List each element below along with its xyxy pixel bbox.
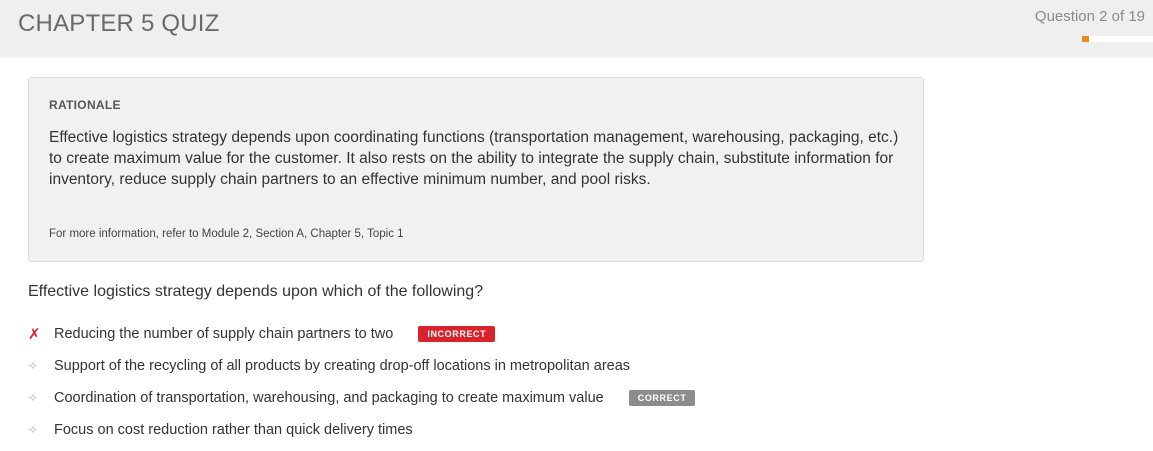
- rationale-panel: RATIONALE Effective logistics strategy d…: [28, 77, 924, 262]
- answer-label: Focus on cost reduction rather than quic…: [54, 422, 413, 438]
- correct-badge: CORRECT: [628, 390, 696, 406]
- rationale-text: Effective logistics strategy depends upo…: [49, 129, 899, 188]
- answer-label: Support of the recycling of all products…: [54, 358, 631, 374]
- question-counter: Question 2 of 19: [1034, 8, 1145, 25]
- answer-option[interactable]: ✧ Coordination of transportation, wareho…: [28, 382, 928, 414]
- rationale-heading: RATIONALE: [49, 98, 121, 112]
- diamond-bullet-icon: ✧: [28, 423, 39, 437]
- progress-fill: [1082, 36, 1090, 42]
- diamond-bullet-icon: ✧: [28, 359, 39, 373]
- incorrect-x-icon: ✗: [28, 326, 41, 343]
- quiz-header: CHAPTER 5 QUIZ Question 2 of 19: [0, 0, 1153, 57]
- diamond-bullet-icon: ✧: [28, 391, 39, 405]
- answer-label: Reducing the number of supply chain part…: [54, 326, 394, 342]
- answer-option[interactable]: ✗ Reducing the number of supply chain pa…: [28, 318, 928, 350]
- answer-label: Coordination of transportation, warehous…: [54, 390, 604, 406]
- answer-list: ✗ Reducing the number of supply chain pa…: [28, 318, 928, 446]
- progress-bar: [1082, 36, 1153, 42]
- answer-option[interactable]: ✧ Support of the recycling of all produc…: [28, 350, 928, 382]
- quiz-title: CHAPTER 5 QUIZ: [18, 10, 220, 37]
- rationale-reference: For more information, refer to Module 2,…: [49, 228, 404, 240]
- answer-option[interactable]: ✧ Focus on cost reduction rather than qu…: [28, 414, 928, 446]
- question-text: Effective logistics strategy depends upo…: [28, 283, 484, 300]
- incorrect-badge: INCORRECT: [418, 326, 496, 342]
